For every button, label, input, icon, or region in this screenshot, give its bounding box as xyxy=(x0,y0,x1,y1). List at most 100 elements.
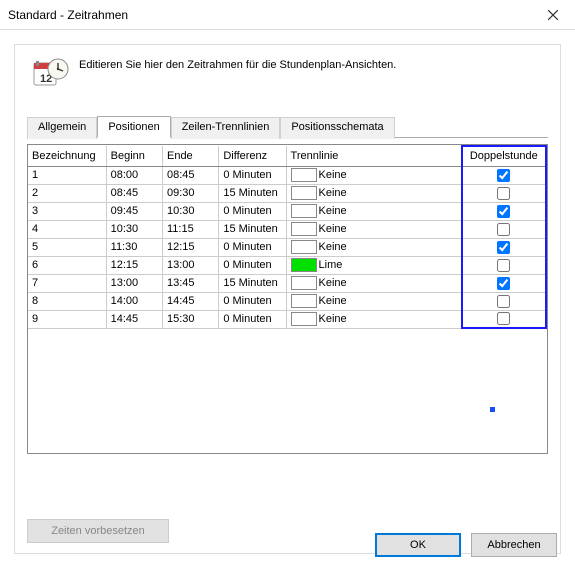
cell-differenz[interactable]: 0 Minuten xyxy=(219,166,286,184)
col-bezeichnung[interactable]: Bezeichnung xyxy=(28,146,106,166)
col-trennlinie[interactable]: Trennlinie xyxy=(286,146,462,166)
cell-beginn[interactable]: 13:00 xyxy=(106,274,162,292)
table-row[interactable]: 914:4515:300 MinutenKeine xyxy=(28,310,546,328)
cell-bezeichnung[interactable]: 7 xyxy=(28,274,106,292)
cell-bezeichnung[interactable]: 6 xyxy=(28,256,106,274)
cell-ende[interactable]: 13:00 xyxy=(162,256,218,274)
cell-ende[interactable]: 08:45 xyxy=(162,166,218,184)
doppelstunde-checkbox[interactable] xyxy=(497,259,510,272)
close-button[interactable] xyxy=(530,0,575,30)
cell-beginn[interactable]: 14:00 xyxy=(106,292,162,310)
tab-positionen[interactable]: Positionen xyxy=(97,116,170,138)
col-doppelstunde[interactable]: Doppelstunde xyxy=(462,146,546,166)
cell-differenz[interactable]: 0 Minuten xyxy=(219,292,286,310)
table-row[interactable]: 410:3011:1515 MinutenKeine xyxy=(28,220,546,238)
cell-trennlinie[interactable]: Keine xyxy=(286,166,462,184)
dialog-frame: 12 Editieren Sie hier den Zeitrahmen für… xyxy=(14,44,561,554)
doppelstunde-checkbox[interactable] xyxy=(497,187,510,200)
cell-ende[interactable]: 09:30 xyxy=(162,184,218,202)
color-swatch xyxy=(291,240,317,254)
cell-differenz[interactable]: 0 Minuten xyxy=(219,310,286,328)
cell-bezeichnung[interactable]: 4 xyxy=(28,220,106,238)
info-text: Editieren Sie hier den Zeitrahmen für di… xyxy=(79,57,396,71)
col-differenz[interactable]: Differenz xyxy=(219,146,286,166)
col-ende[interactable]: Ende xyxy=(162,146,218,166)
cell-beginn[interactable]: 11:30 xyxy=(106,238,162,256)
table-row[interactable]: 713:0013:4515 MinutenKeine xyxy=(28,274,546,292)
cell-bezeichnung[interactable]: 1 xyxy=(28,166,106,184)
cell-beginn[interactable]: 10:30 xyxy=(106,220,162,238)
cell-trennlinie[interactable]: Keine xyxy=(286,202,462,220)
preset-times-button: Zeiten vorbesetzen xyxy=(27,519,169,543)
doppelstunde-checkbox[interactable] xyxy=(497,277,510,290)
positions-grid[interactable]: Bezeichnung Beginn Ende Differenz Trennl… xyxy=(27,144,548,454)
doppelstunde-checkbox[interactable] xyxy=(497,223,510,236)
trenn-label: Keine xyxy=(319,169,347,181)
cell-doppelstunde[interactable] xyxy=(462,220,546,238)
cell-ende[interactable]: 14:45 xyxy=(162,292,218,310)
color-swatch xyxy=(291,258,317,272)
cell-differenz[interactable]: 15 Minuten xyxy=(219,274,286,292)
cell-doppelstunde[interactable] xyxy=(462,184,546,202)
trenn-label: Lime xyxy=(319,259,343,271)
cell-trennlinie[interactable]: Keine xyxy=(286,292,462,310)
cell-trennlinie[interactable]: Keine xyxy=(286,274,462,292)
cell-doppelstunde[interactable] xyxy=(462,238,546,256)
doppelstunde-checkbox[interactable] xyxy=(497,205,510,218)
cell-beginn[interactable]: 12:15 xyxy=(106,256,162,274)
cell-bezeichnung[interactable]: 2 xyxy=(28,184,106,202)
cell-beginn[interactable]: 09:45 xyxy=(106,202,162,220)
cell-differenz[interactable]: 0 Minuten xyxy=(219,238,286,256)
ok-button[interactable]: OK xyxy=(375,533,461,557)
trenn-label: Keine xyxy=(319,205,347,217)
cell-beginn[interactable]: 08:45 xyxy=(106,184,162,202)
cell-bezeichnung[interactable]: 5 xyxy=(28,238,106,256)
table-row[interactable]: 208:4509:3015 MinutenKeine xyxy=(28,184,546,202)
cell-ende[interactable]: 11:15 xyxy=(162,220,218,238)
cell-trennlinie[interactable]: Keine xyxy=(286,238,462,256)
col-beginn[interactable]: Beginn xyxy=(106,146,162,166)
cell-ende[interactable]: 12:15 xyxy=(162,238,218,256)
table-row[interactable]: 612:1513:000 Minuten Lime xyxy=(28,256,546,274)
cell-bezeichnung[interactable]: 9 xyxy=(28,310,106,328)
tab-trennlinien[interactable]: Zeilen-Trennlinien xyxy=(171,117,281,139)
tab-allgemein[interactable]: Allgemein xyxy=(27,117,97,139)
color-swatch xyxy=(291,168,317,182)
cell-bezeichnung[interactable]: 3 xyxy=(28,202,106,220)
table-row[interactable]: 511:3012:150 MinutenKeine xyxy=(28,238,546,256)
cell-differenz[interactable]: 0 Minuten xyxy=(219,202,286,220)
table-row[interactable]: 108:0008:450 Minuten Keine xyxy=(28,166,546,184)
table-row[interactable]: 309:4510:300 Minuten Keine xyxy=(28,202,546,220)
doppelstunde-checkbox[interactable] xyxy=(497,241,510,254)
cell-ende[interactable]: 15:30 xyxy=(162,310,218,328)
cell-beginn[interactable]: 08:00 xyxy=(106,166,162,184)
cell-trennlinie[interactable]: Keine xyxy=(286,184,462,202)
timetable-icon: 12 xyxy=(33,57,69,93)
cell-doppelstunde[interactable] xyxy=(462,292,546,310)
cell-differenz[interactable]: 0 Minuten xyxy=(219,256,286,274)
cell-doppelstunde[interactable] xyxy=(462,274,546,292)
tab-schemata[interactable]: Positionsschemata xyxy=(280,117,394,139)
doppelstunde-checkbox[interactable] xyxy=(497,312,510,325)
cell-doppelstunde[interactable] xyxy=(462,256,546,274)
decorative-dot xyxy=(490,407,495,412)
cell-differenz[interactable]: 15 Minuten xyxy=(219,184,286,202)
cell-bezeichnung[interactable]: 8 xyxy=(28,292,106,310)
doppelstunde-checkbox[interactable] xyxy=(497,295,510,308)
cell-differenz[interactable]: 15 Minuten xyxy=(219,220,286,238)
cell-doppelstunde[interactable] xyxy=(462,202,546,220)
doppelstunde-checkbox[interactable] xyxy=(497,169,510,182)
trenn-label: Keine xyxy=(319,295,347,307)
cell-doppelstunde[interactable] xyxy=(462,310,546,328)
color-swatch xyxy=(291,294,317,308)
cell-doppelstunde[interactable] xyxy=(462,166,546,184)
table-row[interactable]: 814:0014:450 Minuten Keine xyxy=(28,292,546,310)
cell-trennlinie[interactable]: Lime xyxy=(286,256,462,274)
cancel-button[interactable]: Abbrechen xyxy=(471,533,557,557)
cell-trennlinie[interactable]: Keine xyxy=(286,220,462,238)
cell-ende[interactable]: 13:45 xyxy=(162,274,218,292)
cell-ende[interactable]: 10:30 xyxy=(162,202,218,220)
cell-beginn[interactable]: 14:45 xyxy=(106,310,162,328)
window-title: Standard - Zeitrahmen xyxy=(8,8,128,22)
cell-trennlinie[interactable]: Keine xyxy=(286,310,462,328)
